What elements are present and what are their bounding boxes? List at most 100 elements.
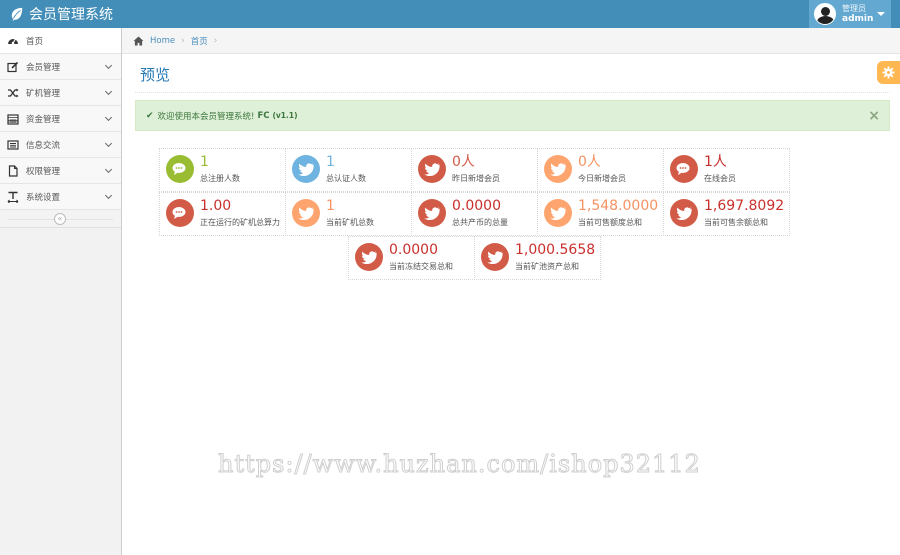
chevron-down-icon xyxy=(104,191,113,200)
tachometer-icon xyxy=(7,35,19,47)
stat-label: 当前冻结交易总和 xyxy=(389,262,453,271)
sidebar-item-messages[interactable]: 信息交流 xyxy=(0,132,121,158)
breadcrumb: Home › 首页 › xyxy=(122,28,900,54)
stat-box: 0.0000 总共产币的总量 xyxy=(411,192,538,236)
twitter-icon xyxy=(418,155,446,183)
home-icon xyxy=(133,35,144,46)
list-alt-icon xyxy=(7,139,19,151)
stat-box: 1,548.0000 当前可售额度总和 xyxy=(537,192,664,236)
sidebar-item-label: 信息交流 xyxy=(26,140,61,151)
stat-box: 0人 昨日新增会员 xyxy=(411,148,538,192)
user-role: 管理员 xyxy=(842,4,866,13)
brand[interactable]: 会员管理系统 xyxy=(10,4,113,24)
stat-label: 总共产币的总量 xyxy=(452,218,508,227)
settings-toggle-button[interactable] xyxy=(877,61,900,84)
sidebar-item-settings[interactable]: 系统设置 xyxy=(0,184,121,210)
stat-box: 1.00 正在运行的矿机总算力 xyxy=(159,192,286,236)
breadcrumb-current-link[interactable]: 首页 xyxy=(191,35,208,47)
user-menu[interactable]: 管理员 admin xyxy=(809,0,891,28)
breadcrumb-separator: › xyxy=(181,35,185,46)
user-name: admin xyxy=(842,14,874,24)
comments-icon xyxy=(166,199,194,227)
stat-label: 当前可售额度总和 xyxy=(578,218,642,227)
stat-label: 总注册人数 xyxy=(200,174,240,183)
chevron-down-icon xyxy=(104,61,113,70)
stat-label: 在线会员 xyxy=(704,174,736,183)
alert-close-button[interactable]: × xyxy=(868,108,880,124)
sidebar-item-label: 资金管理 xyxy=(26,114,61,125)
stat-value: 1 xyxy=(326,198,335,214)
avatar xyxy=(814,3,836,25)
stat-box: 1 总注册人数 xyxy=(159,148,286,192)
page-title: 预览 xyxy=(140,66,171,84)
stat-box: 1 当前矿机总数 xyxy=(285,192,412,236)
chevron-down-icon xyxy=(104,113,113,122)
stat-value: 0.0000 xyxy=(389,242,438,258)
sidebar-item-label: 权限管理 xyxy=(26,166,61,177)
twitter-icon xyxy=(481,243,509,271)
sidebar-item-permissions[interactable]: 权限管理 xyxy=(0,158,121,184)
stat-box: 1 总认证人数 xyxy=(285,148,412,192)
text-width-icon xyxy=(7,191,19,203)
stat-label: 当前矿池资产总和 xyxy=(515,262,579,271)
stat-label: 当前矿机总数 xyxy=(326,218,374,227)
stat-value: 1 xyxy=(326,154,335,170)
alert-version: (v1.1) xyxy=(272,110,298,120)
caret-down-icon xyxy=(877,12,885,16)
stat-value: 0人 xyxy=(452,154,475,170)
stat-value: 0人 xyxy=(578,154,601,170)
sidebar-collapse-bar: « xyxy=(0,210,121,228)
twitter-icon xyxy=(418,199,446,227)
stat-label: 昨日新增会员 xyxy=(452,174,500,183)
calendar-icon xyxy=(7,113,19,125)
stat-box: 1,000.5658 当前矿池资产总和 xyxy=(474,236,601,280)
alert-brand: FC xyxy=(257,110,270,121)
twitter-icon xyxy=(292,155,320,183)
chevron-down-icon xyxy=(104,139,113,148)
twitter-icon xyxy=(544,155,572,183)
comments-icon xyxy=(166,155,194,183)
sidebar-item-label: 矿机管理 xyxy=(26,88,61,99)
random-icon xyxy=(7,87,19,99)
breadcrumb-separator: › xyxy=(213,35,218,46)
file-icon xyxy=(7,164,19,177)
title-divider xyxy=(135,92,890,93)
stat-label: 正在运行的矿机总算力 xyxy=(200,218,280,227)
chevron-down-icon xyxy=(104,165,113,174)
sidebar-item-funds[interactable]: 资金管理 xyxy=(0,106,121,132)
comments-icon xyxy=(670,155,698,183)
stat-value: 1 xyxy=(200,154,209,170)
sidebar-collapse-button[interactable]: « xyxy=(54,213,66,225)
stat-label: 当前可售余额总和 xyxy=(704,218,768,227)
stat-box: 0人 今日新增会员 xyxy=(537,148,664,192)
twitter-icon xyxy=(544,199,572,227)
sidebar-item-members[interactable]: 会员管理 xyxy=(0,54,121,80)
check-icon: ✔ xyxy=(146,110,154,121)
edit-icon xyxy=(7,61,19,73)
chevron-down-icon xyxy=(104,87,113,96)
sidebar: 首页 会员管理 矿机管理 资金管理 信息交流 权限管理 系统设置 « xyxy=(0,28,122,555)
stat-value: 1,548.0000 xyxy=(578,198,659,214)
stat-value: 1,697.8092 xyxy=(704,198,785,214)
sidebar-item-label: 系统设置 xyxy=(26,192,61,203)
stat-label: 今日新增会员 xyxy=(578,174,626,183)
alert-message: 欢迎使用本会员管理系统! xyxy=(157,111,255,122)
watermark-text: https://www.huzhan.com/ishop32112 xyxy=(218,450,701,479)
brand-title: 会员管理系统 xyxy=(29,7,113,23)
twitter-icon xyxy=(355,243,383,271)
top-navbar: 会员管理系统 管理员 admin xyxy=(0,0,900,28)
stat-value: 1人 xyxy=(704,154,727,170)
sidebar-item-miners[interactable]: 矿机管理 xyxy=(0,80,121,106)
twitter-icon xyxy=(292,199,320,227)
stat-label: 总认证人数 xyxy=(326,174,366,183)
stat-value: 1,000.5658 xyxy=(515,242,596,258)
stat-value: 1.00 xyxy=(200,198,232,214)
breadcrumb-home-link[interactable]: Home xyxy=(150,36,175,46)
stat-value: 0.0000 xyxy=(452,198,501,214)
sidebar-item-label: 首页 xyxy=(26,36,44,47)
twitter-icon xyxy=(670,199,698,227)
leaf-icon xyxy=(11,7,23,21)
sidebar-item-home[interactable]: 首页 xyxy=(0,28,121,54)
stat-box: 1,697.8092 当前可售余额总和 xyxy=(663,192,790,236)
welcome-alert: ✔ 欢迎使用本会员管理系统! FC (v1.1) × xyxy=(135,100,890,131)
